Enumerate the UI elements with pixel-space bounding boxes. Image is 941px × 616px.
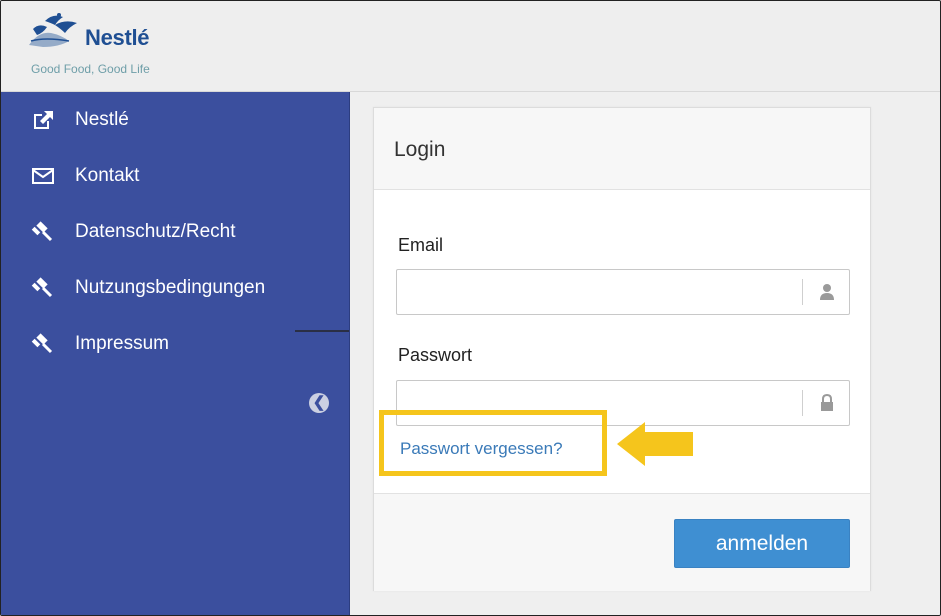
login-button[interactable]: anmelden: [674, 519, 850, 568]
arrow-circle-left-icon[interactable]: ❮: [309, 393, 329, 413]
gavel-icon: [29, 276, 57, 300]
sidebar-item-kontakt[interactable]: Kontakt: [29, 164, 139, 188]
sidebar-item-nutzungsbedingungen[interactable]: Nutzungsbedingungen: [29, 276, 265, 300]
lock-icon: [821, 393, 833, 411]
password-label: Passwort: [398, 345, 473, 365]
external-link-icon: [29, 108, 57, 132]
sidebar-item-label: Impressum: [75, 333, 169, 354]
header: Nestlé Good Food, Good Life: [1, 1, 940, 92]
field-separator: [802, 279, 803, 305]
sidebar-item-label: Nestlé: [75, 109, 129, 130]
tagline: Good Food, Good Life: [31, 62, 150, 76]
email-field[interactable]: [396, 269, 850, 315]
app-window: Nestlé Good Food, Good Life Nestlé Konta…: [0, 0, 941, 616]
login-card-header: [374, 108, 870, 190]
user-icon: [820, 284, 834, 300]
collapse-divider: [295, 330, 349, 332]
sidebar-item-label: Nutzungsbedingungen: [75, 277, 266, 298]
sidebar-item-impressum[interactable]: Impressum: [29, 332, 169, 356]
arrow-left-icon: [617, 422, 693, 466]
sidebar: Nestlé Kontakt Datenschutz/Recht Nutzung…: [1, 92, 350, 615]
highlight-box: [379, 410, 607, 476]
brand-name: Nestlé: [85, 25, 150, 50]
login-title: Login: [394, 138, 446, 161]
background-area: [870, 92, 940, 615]
nestle-logo[interactable]: Nestlé: [25, 11, 150, 51]
sidebar-item-label: Kontakt: [75, 165, 140, 186]
sidebar-item-label: Datenschutz/Recht: [75, 221, 236, 242]
sidebar-item-datenschutz[interactable]: Datenschutz/Recht: [29, 220, 236, 244]
login-card: Login Email Passwort Passwort vergessen?…: [373, 107, 871, 591]
login-card-footer: anmelden: [374, 493, 870, 591]
sidebar-item-nestle[interactable]: Nestlé: [29, 108, 129, 132]
nest-birds-icon: [29, 13, 77, 47]
field-separator: [802, 390, 803, 416]
gavel-icon: [29, 220, 57, 244]
gavel-icon: [29, 332, 57, 356]
email-label: Email: [398, 235, 444, 255]
envelope-icon: [29, 164, 57, 188]
